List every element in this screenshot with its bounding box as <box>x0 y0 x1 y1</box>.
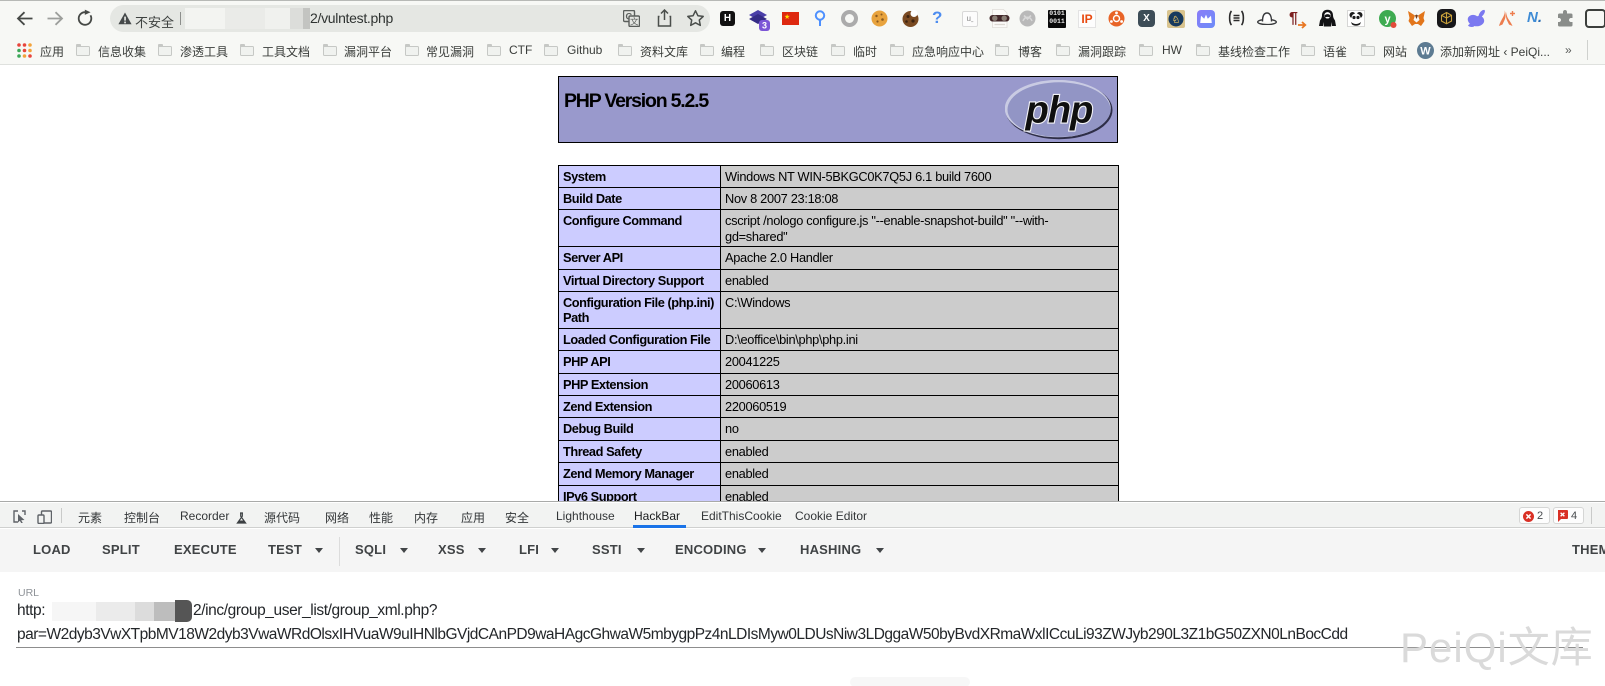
svg-text:y: y <box>1384 14 1391 26</box>
svg-text:php: php <box>1025 90 1093 132</box>
svg-text:W: W <box>1420 46 1431 58</box>
svg-text:♘: ♘ <box>1172 15 1180 25</box>
svg-text:文: 文 <box>630 17 639 27</box>
svg-text:3: 3 <box>762 21 767 31</box>
svg-text:¶: ¶ <box>1289 10 1298 27</box>
